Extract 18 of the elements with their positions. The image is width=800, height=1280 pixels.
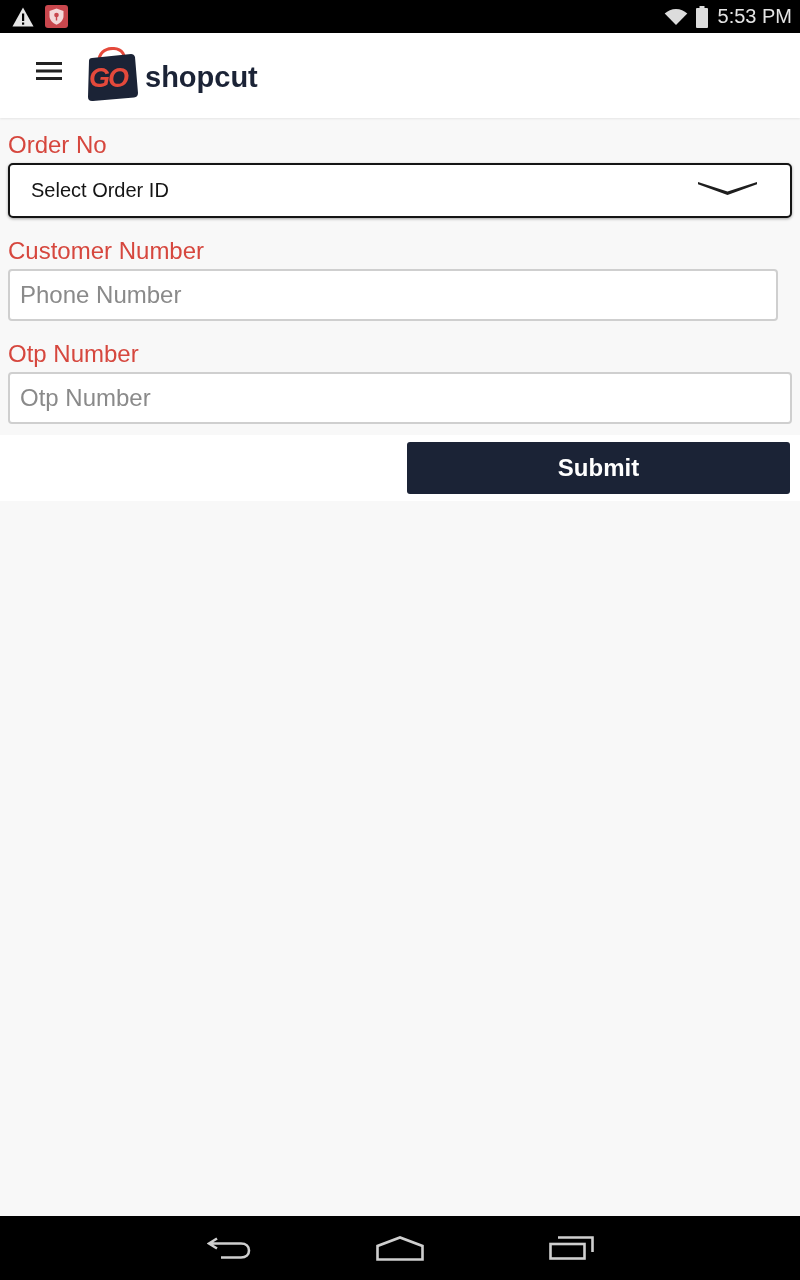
chevron-icon: [698, 180, 757, 195]
submit-button[interactable]: Submit: [407, 442, 790, 494]
field-label: Otp Number: [8, 340, 139, 368]
shield-icon: [45, 5, 68, 28]
clock-time: 5:53 PM: [717, 5, 792, 28]
input-field[interactable]: Otp Number: [8, 372, 792, 424]
wifi-icon: [663, 8, 688, 25]
dropdown[interactable]: Select Order ID: [8, 163, 792, 218]
home-icon[interactable]: [376, 1235, 424, 1261]
back-icon[interactable]: [207, 1237, 251, 1259]
menu-icon[interactable]: [36, 61, 62, 80]
field-label: Order No: [8, 131, 107, 159]
recent-apps-icon[interactable]: [548, 1236, 594, 1260]
warning-icon: [12, 6, 34, 27]
brand-name: shopcut: [145, 61, 258, 94]
input-field[interactable]: Phone Number: [8, 269, 778, 321]
field-label: Customer Number: [8, 237, 205, 265]
battery-icon: [695, 5, 708, 28]
